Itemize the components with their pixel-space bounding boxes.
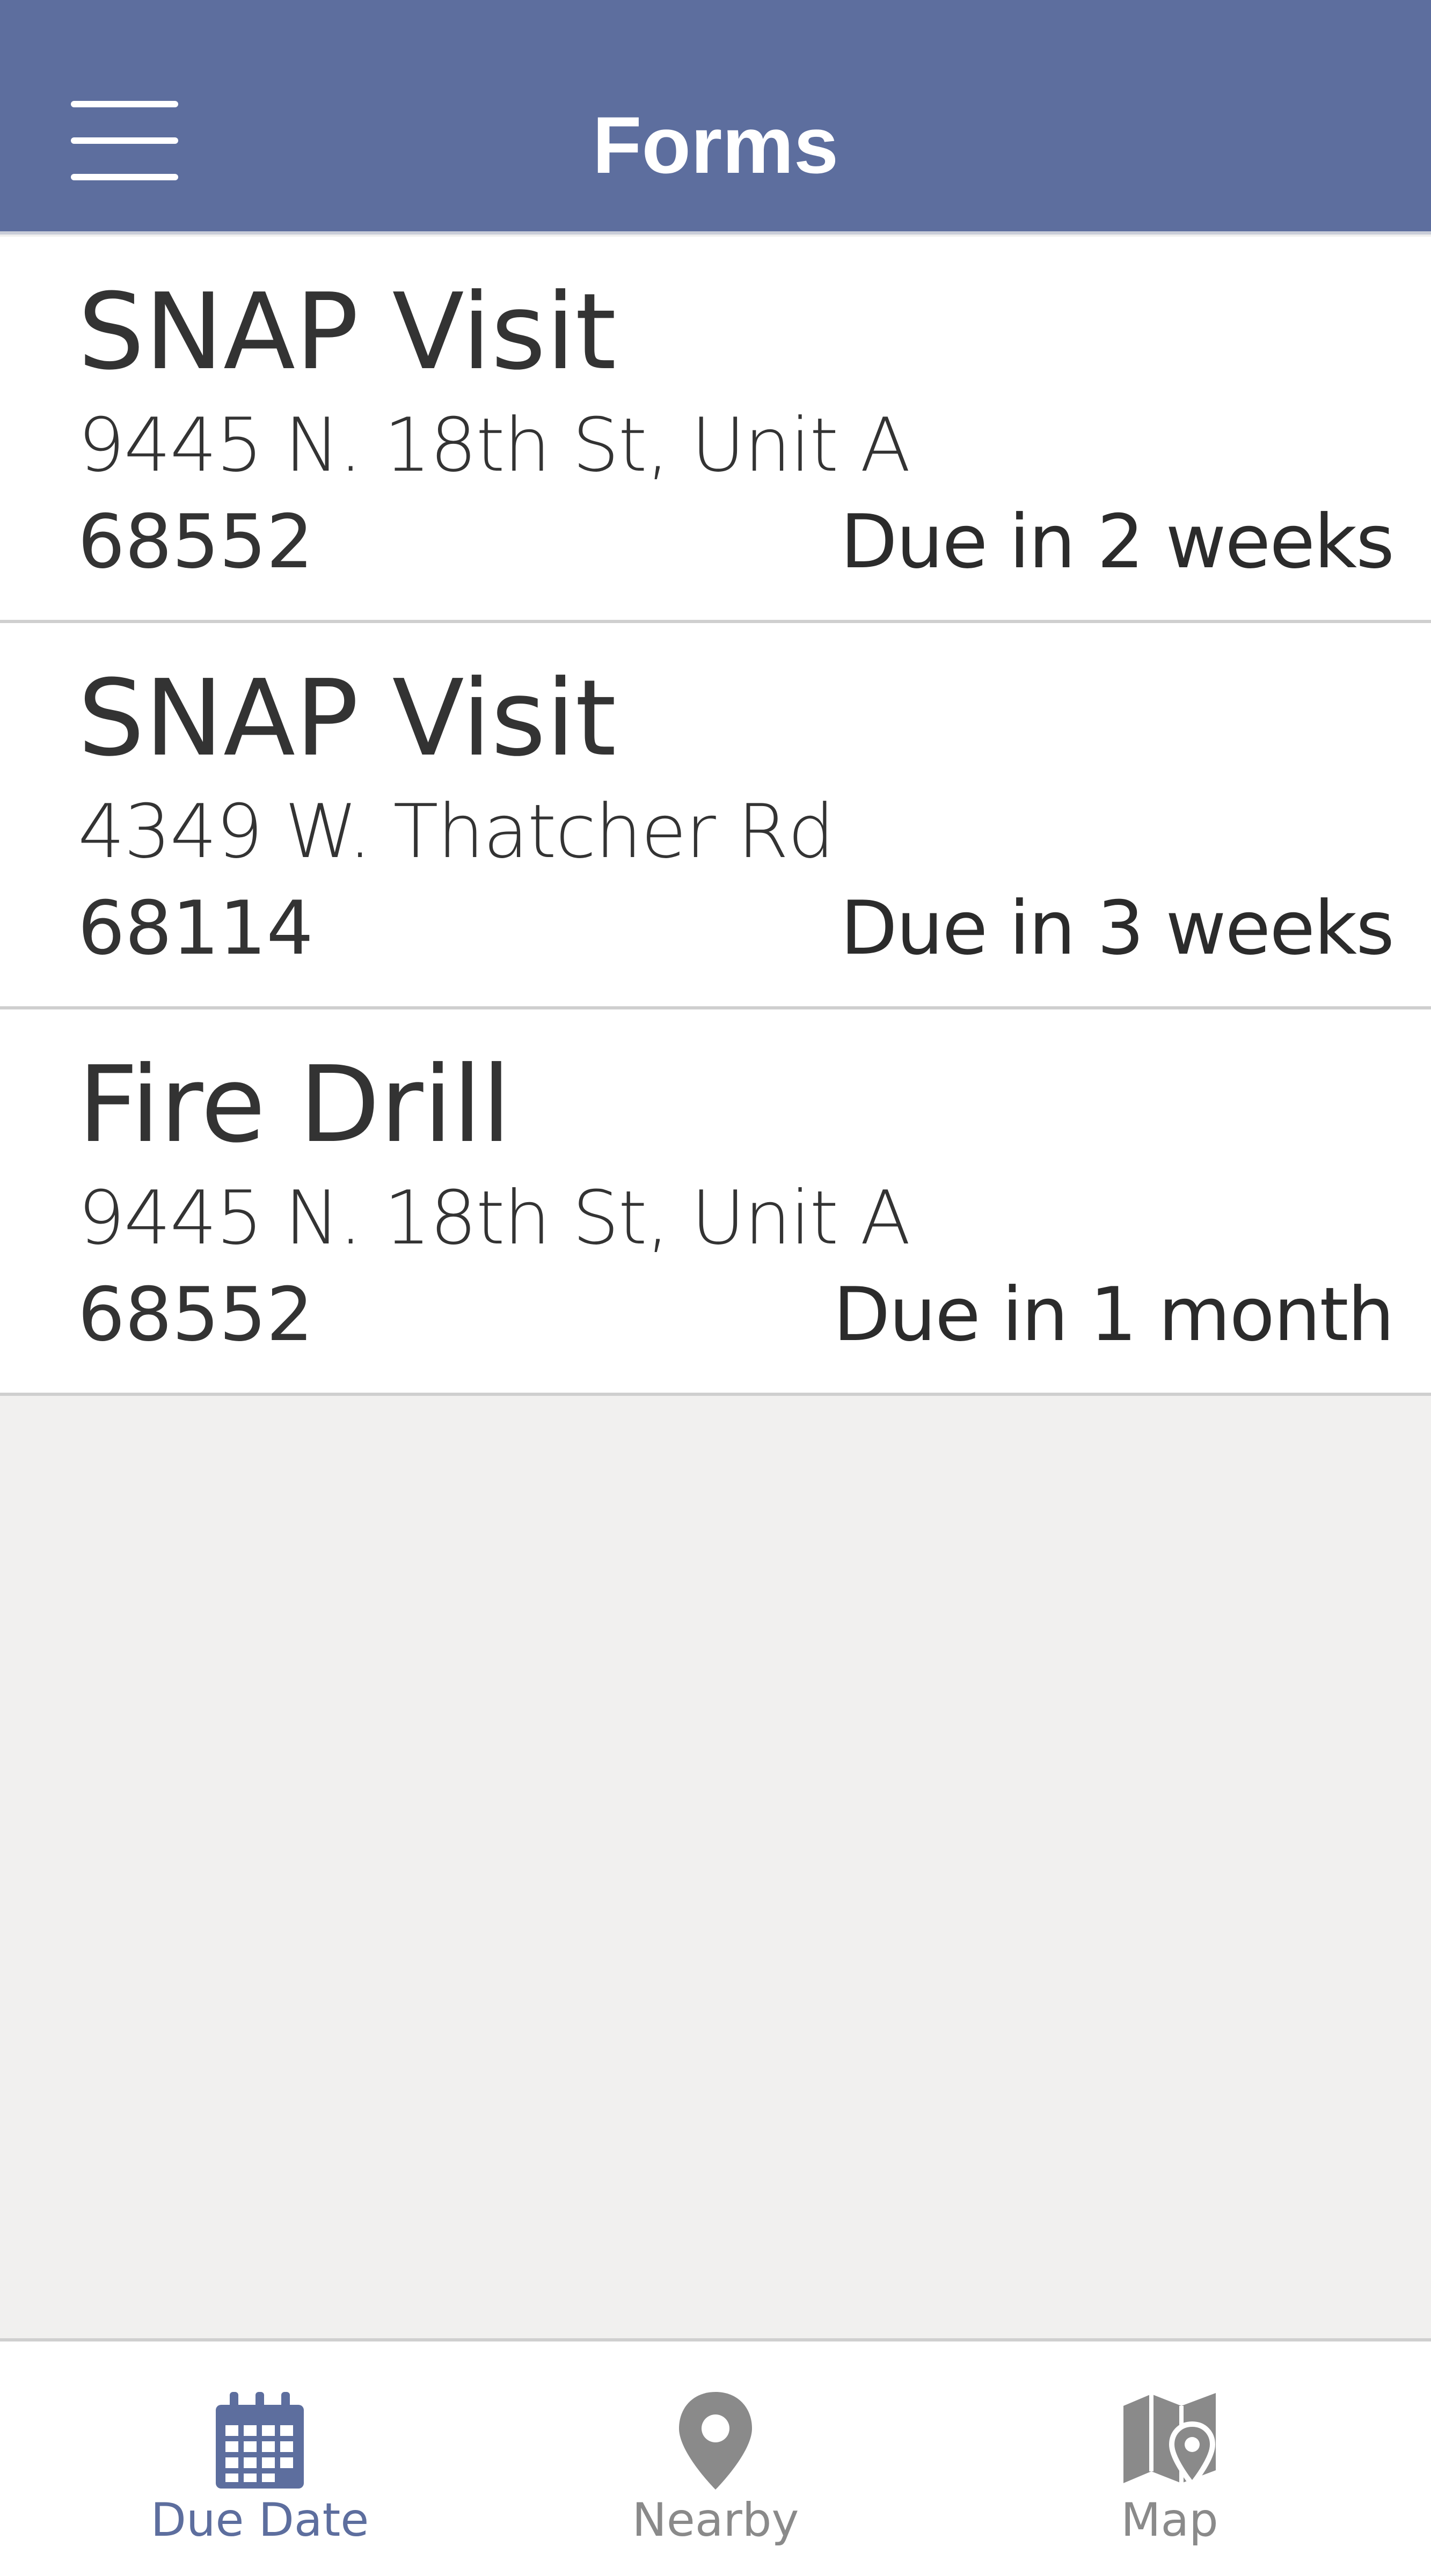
hamburger-menu-icon[interactable] [71,101,178,180]
form-title: SNAP Visit [78,271,617,393]
list-item-form-2[interactable]: SNAP Visit 4349 W. Thatcher Rd 68114 Due… [0,623,1431,1009]
form-title: Fire Drill [78,1044,511,1166]
form-zip: 68114 [78,885,313,971]
tab-due-date[interactable]: Due Date [21,2341,498,2576]
menu-bar-middle [71,137,178,144]
tab-nearby-label: Nearby [632,2493,799,2547]
form-list: SNAP Visit 9445 N. 18th St, Unit A 68552… [0,237,1431,1396]
form-zip: 68552 [78,499,313,585]
form-due-date: Due in 1 month [833,1271,1395,1358]
empty-list-area [0,1397,1431,2341]
menu-bar-top [71,101,178,107]
form-due-date: Due in 3 weeks [840,885,1395,971]
form-due-date: Due in 2 weeks [840,499,1395,585]
tab-nearby[interactable]: Nearby [477,2341,954,2576]
map-icon [1123,2393,1216,2489]
form-address: 9445 N. 18th St, Unit A [78,1175,911,1261]
tab-due-date-label: Due Date [150,2493,369,2547]
tab-map[interactable]: Map [931,2341,1408,2576]
form-title: SNAP Visit [78,657,617,780]
menu-bar-bottom [71,174,178,180]
app-header: Forms [0,0,1431,235]
page-title-wrapper: Forms [0,0,1431,235]
list-item-form-3[interactable]: Fire Drill 9445 N. 18th St, Unit A 68552… [0,1009,1431,1396]
map-pin-icon [679,2392,752,2490]
forms-app: Forms SNAP Visit 9445 N. 18th St, Unit A… [0,0,1431,2576]
page-title: Forms [592,100,839,190]
form-address: 9445 N. 18th St, Unit A [78,402,911,488]
list-item-form-1[interactable]: SNAP Visit 9445 N. 18th St, Unit A 68552… [0,237,1431,623]
calendar-icon [216,2392,304,2489]
tab-map-label: Map [1121,2493,1218,2547]
form-address: 4349 W. Thatcher Rd [78,788,835,875]
bottom-tab-bar: Due Date Nearby Map [0,2341,1431,2576]
form-zip: 68552 [78,1271,313,1358]
